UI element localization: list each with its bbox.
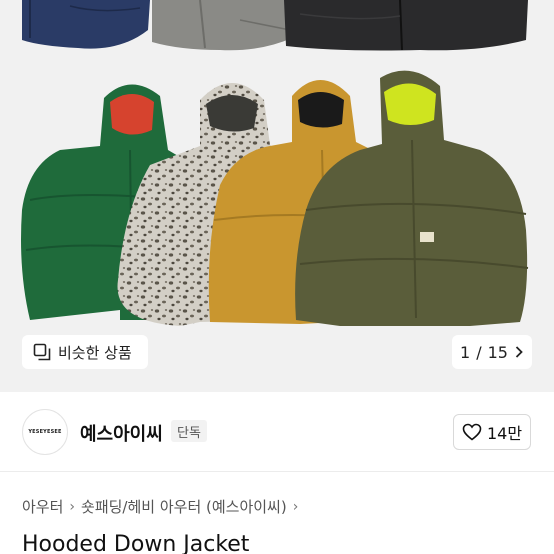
pager-current: 1 xyxy=(460,342,471,362)
similar-products-label: 비슷한 상품 xyxy=(58,343,132,362)
jacket-black xyxy=(284,0,528,51)
chevron-right-icon xyxy=(515,346,523,358)
product-image-carousel[interactable]: 비슷한 상품 1 / 15 xyxy=(0,0,554,392)
similar-products-button[interactable]: 비슷한 상품 xyxy=(22,335,148,369)
pager-separator: / xyxy=(476,342,482,362)
exclusive-badge: 단독 xyxy=(171,420,207,442)
jacket-grey xyxy=(152,0,292,51)
like-button[interactable]: 14만 xyxy=(453,414,531,450)
heart-icon xyxy=(462,423,482,441)
similar-items-icon xyxy=(33,343,51,361)
chevron-right-icon: › xyxy=(292,498,299,515)
product-photo xyxy=(21,0,529,327)
like-count: 14만 xyxy=(486,424,523,443)
pager-total: 15 xyxy=(487,342,508,362)
brand-name[interactable]: 예스아이씨 xyxy=(80,420,163,446)
brand-logo[interactable]: YESEYESEE xyxy=(22,409,68,455)
chevron-right-icon: › xyxy=(69,498,76,515)
breadcrumb-item-outer[interactable]: 아우터 xyxy=(22,496,63,517)
brand-logo-text: YESEYESEE xyxy=(28,429,62,435)
image-pager-button[interactable]: 1 / 15 xyxy=(452,335,532,369)
breadcrumb-item-padding[interactable]: 숏패딩/헤비 아우터 (예스아이씨) xyxy=(81,496,287,517)
breadcrumb: 아우터 › 숏패딩/헤비 아우터 (예스아이씨) › xyxy=(22,496,298,517)
product-title: Hooded Down Jacket xyxy=(22,532,250,554)
brand-row: YESEYESEE 예스아이씨 단독 14만 xyxy=(0,392,554,472)
jacket-navy xyxy=(22,0,150,49)
